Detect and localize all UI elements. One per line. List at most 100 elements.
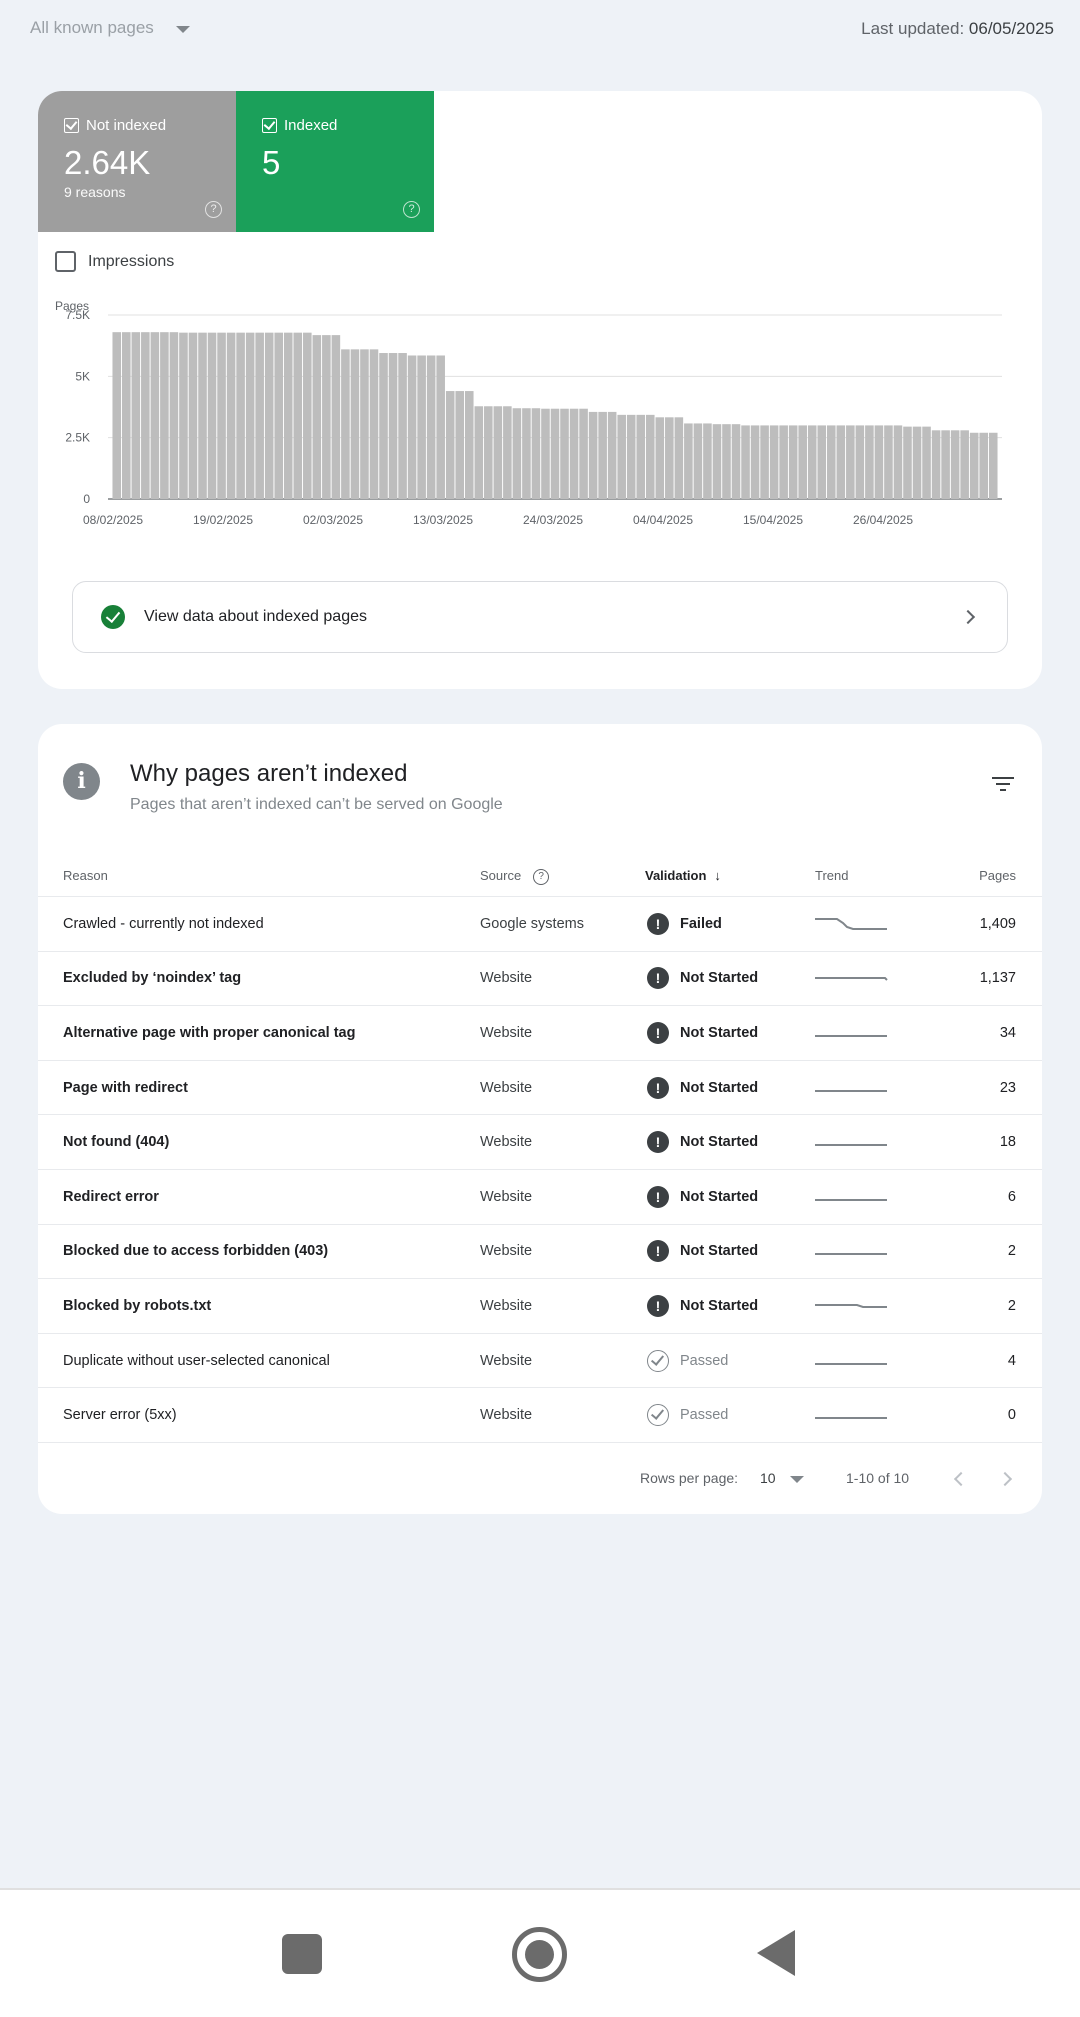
indexed-label: Indexed	[284, 117, 338, 134]
not-indexed-header: Not indexed	[64, 117, 210, 134]
checkbox-unchecked-icon[interactable]	[55, 251, 76, 272]
x-tick-label: 24/03/2025	[523, 513, 583, 527]
chevron-down-icon	[175, 25, 190, 33]
rows-per-page-select[interactable]: 10	[760, 1470, 804, 1486]
table-row[interactable]: Blocked due to access forbidden (403) Web…	[38, 1225, 1042, 1280]
home-icon[interactable]	[512, 1927, 567, 1982]
x-tick-label: 02/03/2025	[303, 513, 363, 527]
not-indexed-tile[interactable]: Not indexed 2.64K 9 reasons ?	[38, 91, 236, 232]
reasons-table: Reason Source? Validation ↓ Trend Pages C…	[38, 858, 1042, 1443]
row-validation: ! Not Started	[647, 1294, 758, 1317]
y-tick-label: 5K	[75, 369, 90, 383]
row-validation: ! Not Started	[647, 1076, 758, 1099]
chart-bar	[541, 408, 550, 499]
chart-bar	[350, 349, 360, 499]
previous-page-icon[interactable]	[953, 1471, 969, 1487]
check-circle-icon	[101, 605, 125, 629]
view-indexed-pages-link[interactable]: View data about indexed pages	[72, 581, 1008, 653]
chart-bar	[817, 425, 827, 499]
validation-status: Not Started	[680, 1024, 759, 1041]
exclamation-icon: !	[647, 912, 669, 935]
back-icon[interactable]	[757, 1930, 795, 1976]
chart-bar	[141, 332, 150, 499]
x-tick-label: 08/02/2025	[83, 513, 143, 527]
table-row[interactable]: Page with redirect Website! Not Started 23	[38, 1061, 1042, 1116]
impressions-toggle[interactable]: Impressions	[55, 251, 174, 272]
chart-bar	[379, 353, 388, 499]
indexed-header: Indexed	[262, 117, 408, 134]
row-pages: 18	[999, 1134, 1016, 1151]
help-icon[interactable]: ?	[205, 201, 222, 218]
table-row[interactable]: Excluded by ‘noindex’ tag Website! Not Sta…	[38, 952, 1042, 1007]
table-header: Reason Source? Validation ↓ Trend Pages	[38, 858, 1042, 897]
row-source: Website	[480, 1352, 533, 1369]
help-icon[interactable]: ?	[533, 868, 550, 885]
row-source: Website	[480, 1407, 533, 1424]
chart-bar	[331, 335, 341, 499]
chart-bar	[255, 332, 264, 499]
chart-bar	[445, 391, 455, 499]
chart-bar	[522, 408, 531, 499]
chart-bar	[283, 332, 293, 499]
table-row[interactable]: Not found (404) Website! Not Started 18	[38, 1115, 1042, 1170]
check-circle-outline-icon	[647, 1404, 669, 1427]
chart-bar	[960, 430, 969, 499]
row-reason: Blocked due to access forbidden (403)	[63, 1243, 329, 1260]
chart-bar	[988, 432, 998, 499]
chart-bar	[865, 425, 874, 499]
table-row[interactable]: Duplicate without user-selected canonica…	[38, 1334, 1042, 1389]
checkbox-checked-icon[interactable]	[262, 118, 277, 133]
row-source: Website	[480, 1243, 533, 1260]
column-validation[interactable]: Validation ↓	[645, 868, 721, 883]
y-tick-label: 0	[83, 492, 90, 506]
row-reason: Not found (404)	[63, 1134, 170, 1151]
column-pages[interactable]: Pages	[979, 868, 1016, 883]
indexed-tile[interactable]: Indexed 5 ?	[236, 91, 434, 232]
row-pages: 6	[1007, 1188, 1016, 1205]
table-row[interactable]: Crawled - currently not indexed Google sy…	[38, 897, 1042, 952]
table-row[interactable]: Alternative page with proper canonical t…	[38, 1006, 1042, 1061]
table-row[interactable]: Redirect error Website! Not Started 6	[38, 1170, 1042, 1225]
row-pages: 23	[999, 1079, 1016, 1096]
page-filter-dropdown[interactable]: All known pages	[30, 18, 190, 38]
chart-bar	[122, 332, 131, 499]
chart-bar	[550, 408, 560, 499]
validation-status: Passed	[680, 1352, 729, 1369]
chart-bar	[407, 355, 417, 499]
row-trend-sparkline	[815, 909, 889, 939]
chart-bar	[855, 425, 865, 499]
chart-bar	[503, 406, 512, 499]
checkbox-checked-icon[interactable]	[64, 118, 79, 133]
chart-bar	[531, 408, 541, 499]
chart-bar	[464, 391, 474, 499]
chart-bar	[760, 425, 769, 499]
row-trend-sparkline	[815, 1127, 889, 1157]
row-reason: Server error (5xx)	[63, 1407, 177, 1424]
chart-bar	[169, 332, 179, 499]
why-not-indexed-card: i Why pages aren’t indexed Pages that ar…	[38, 724, 1042, 1514]
chart-bar	[188, 332, 198, 499]
table-row[interactable]: Server error (5xx) Website Passed 0	[38, 1388, 1042, 1443]
chart-bar	[198, 332, 207, 499]
column-source[interactable]: Source?	[480, 868, 550, 885]
chart-bar	[341, 349, 350, 499]
recents-icon[interactable]	[282, 1934, 322, 1974]
table-row[interactable]: Blocked by robots.txt Website! Not Started…	[38, 1279, 1042, 1334]
column-source-label: Source	[480, 868, 522, 883]
help-icon[interactable]: ?	[403, 201, 420, 218]
chart-bar	[769, 425, 779, 499]
chart-bar	[512, 408, 522, 499]
y-tick-label: 2.5K	[65, 431, 90, 445]
chart-bar	[131, 332, 141, 499]
row-validation: Passed	[647, 1349, 729, 1372]
section-title: Why pages aren’t indexed	[130, 760, 408, 787]
chart-bar	[303, 332, 312, 499]
next-page-icon[interactable]	[997, 1471, 1013, 1487]
chart-bar	[874, 425, 884, 499]
column-reason[interactable]: Reason	[63, 868, 108, 883]
chart-bar	[217, 332, 226, 499]
chart-bar	[579, 408, 588, 499]
chart-bar	[360, 349, 369, 499]
x-tick-label: 04/04/2025	[633, 513, 693, 527]
filter-icon[interactable]	[992, 777, 1014, 793]
